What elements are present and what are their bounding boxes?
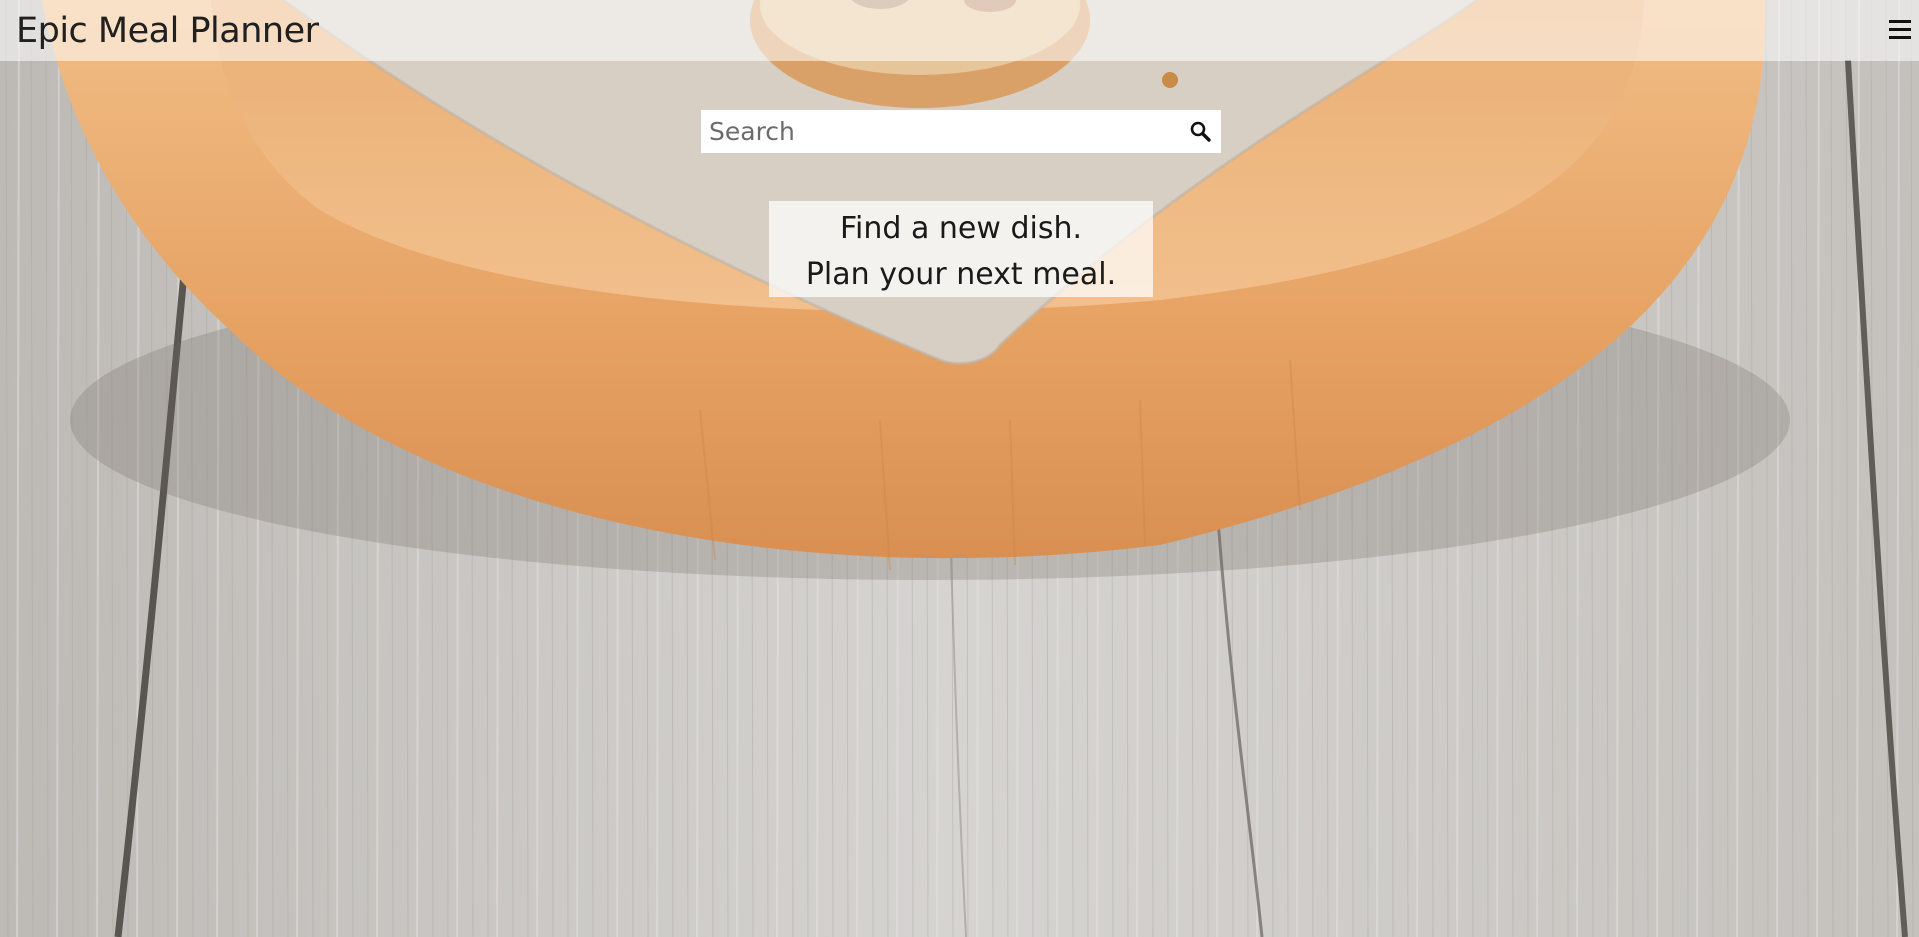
tagline-line-1: Find a new dish. [839, 211, 1083, 246]
search-icon-graphic [1190, 121, 1211, 142]
hamburger-menu-icon[interactable] [1889, 19, 1911, 41]
menu-bar [1889, 28, 1911, 31]
app-root: Epic Meal Planner Find a new dish. Plan … [0, 0, 1919, 937]
brand-title[interactable]: Epic Meal Planner [16, 11, 319, 51]
search-bar [701, 110, 1221, 153]
tagline-line-2: Plan your next meal. [805, 257, 1117, 292]
search-icon[interactable] [1189, 120, 1213, 144]
menu-bar [1889, 20, 1911, 23]
search-input[interactable] [701, 110, 1171, 153]
menu-bar [1889, 36, 1911, 39]
top-navbar: Epic Meal Planner [0, 0, 1919, 61]
hero-tagline: Find a new dish. Plan your next meal. [769, 201, 1153, 297]
